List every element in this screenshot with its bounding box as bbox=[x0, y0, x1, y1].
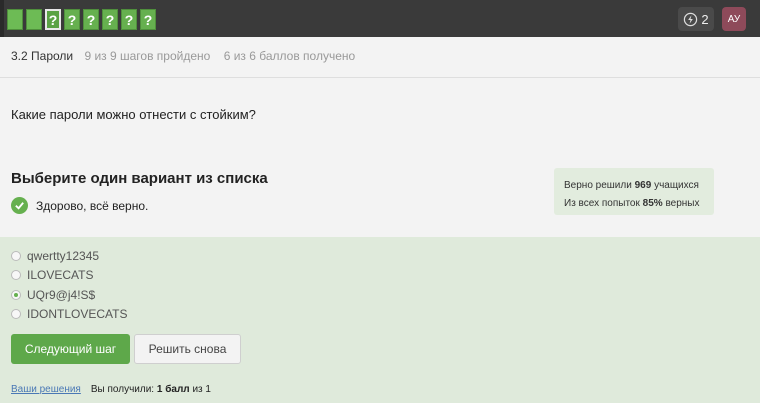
question-text: Какие пароли можно отнести с стойким? bbox=[11, 107, 256, 122]
feedback-text: Здорово, всё верно. bbox=[36, 198, 149, 213]
attempts-suffix: верных bbox=[665, 198, 700, 209]
radio-dot bbox=[14, 293, 18, 297]
radio-button[interactable] bbox=[11, 251, 21, 261]
step-1[interactable] bbox=[7, 9, 23, 30]
option-label: ILOVECATS bbox=[27, 268, 94, 282]
energy-counter[interactable]: 2 bbox=[678, 7, 714, 31]
lesson-title[interactable]: 3.2 Пароли bbox=[11, 49, 73, 63]
step-2[interactable] bbox=[26, 9, 42, 30]
option-1[interactable]: qwertty12345 bbox=[11, 249, 99, 263]
avatar[interactable]: АУ bbox=[722, 7, 746, 31]
footer: Ваши решения Вы получили: 1 балл из 1 bbox=[11, 384, 211, 395]
top-bar: ? ? ? ? ? ? 2 АУ bbox=[0, 0, 760, 37]
option-label: UQr9@j4!S$ bbox=[27, 288, 96, 302]
step-7[interactable]: ? bbox=[121, 9, 137, 30]
step-5[interactable]: ? bbox=[83, 9, 99, 30]
step-4[interactable]: ? bbox=[64, 9, 80, 30]
result-suffix: из 1 bbox=[192, 384, 211, 395]
option-3-selected[interactable]: UQr9@j4!S$ bbox=[11, 288, 95, 302]
breadcrumb: 3.2 Пароли 9 из 9 шагов пройдено 6 из 6 … bbox=[11, 49, 355, 63]
result-summary: Вы получили: 1 балл из 1 bbox=[91, 384, 211, 395]
radio-button[interactable] bbox=[11, 270, 21, 280]
solved-suffix: учащихся bbox=[654, 180, 699, 191]
stats-panel: Верно решили 969 учащихся Из всех попыто… bbox=[554, 168, 714, 215]
next-step-button[interactable]: Следующий шаг bbox=[11, 334, 130, 364]
step-3-current[interactable]: ? bbox=[45, 9, 61, 30]
steps-progress: 9 из 9 шагов пройдено bbox=[84, 49, 211, 63]
solved-prefix: Верно решили bbox=[564, 180, 632, 191]
success-message: Здорово, всё верно. bbox=[11, 197, 148, 214]
result-value: 1 балл bbox=[156, 384, 190, 395]
attempts-percent: 85% bbox=[642, 198, 663, 209]
option-label: IDONTLOVECATS bbox=[27, 307, 128, 321]
attempts-prefix: Из всех попыток bbox=[564, 198, 640, 209]
step-8[interactable]: ? bbox=[140, 9, 156, 30]
option-4[interactable]: IDONTLOVECATS bbox=[11, 307, 127, 321]
score-progress: 6 из 6 баллов получено bbox=[223, 49, 356, 63]
option-2[interactable]: ILOVECATS bbox=[11, 268, 93, 282]
option-label: qwertty12345 bbox=[27, 249, 100, 263]
task-heading: Выберите один вариант из списка bbox=[11, 170, 268, 187]
header-divider bbox=[0, 77, 760, 78]
checkmark-icon bbox=[11, 197, 28, 214]
radio-button[interactable] bbox=[11, 309, 21, 319]
topbar-edge bbox=[0, 0, 4, 37]
retry-button[interactable]: Решить снова bbox=[134, 334, 241, 364]
result-prefix: Вы получили: bbox=[90, 384, 155, 395]
your-solutions-link[interactable]: Ваши решения bbox=[11, 384, 81, 395]
step-navigation: ? ? ? ? ? ? bbox=[7, 9, 156, 30]
energy-count: 2 bbox=[701, 11, 709, 27]
step-6[interactable]: ? bbox=[102, 9, 118, 30]
radio-button-checked[interactable] bbox=[11, 290, 21, 300]
solved-stat: Верно решили 969 учащихся bbox=[564, 177, 704, 195]
solved-count: 969 bbox=[634, 180, 652, 191]
attempts-stat: Из всех попыток 85% верных bbox=[564, 195, 704, 213]
lightning-icon bbox=[684, 12, 698, 26]
